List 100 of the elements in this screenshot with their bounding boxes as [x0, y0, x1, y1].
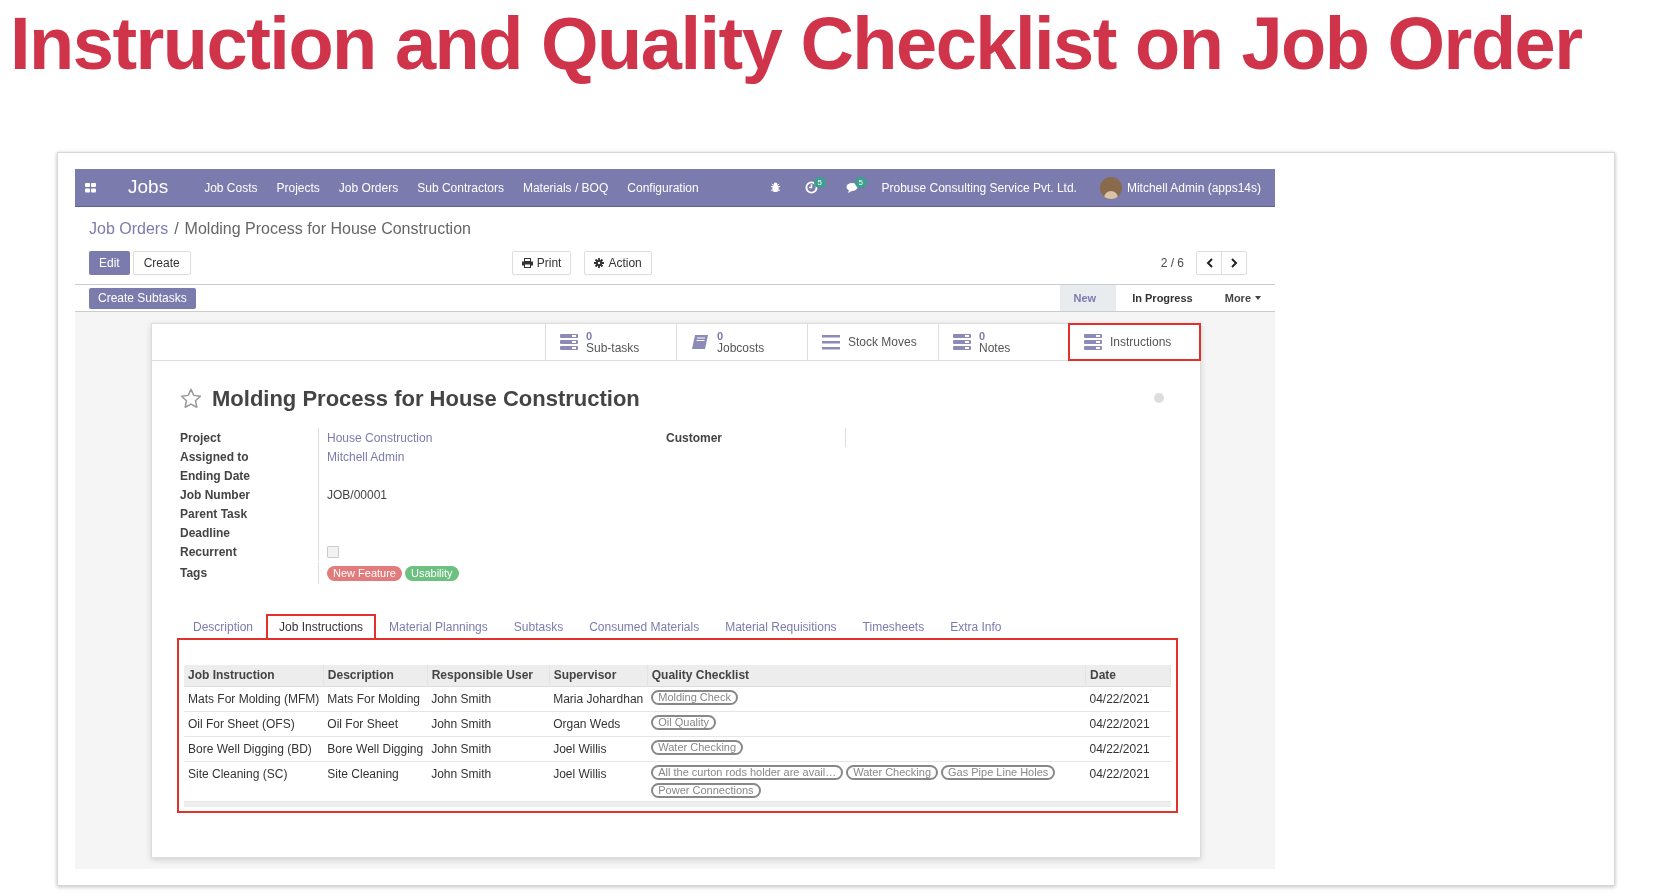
- server-stack-icon: [1084, 334, 1102, 350]
- field-label: Parent Task: [180, 505, 249, 523]
- table-cell: Maria Johardhan: [549, 686, 648, 711]
- pager-value: 2 / 6: [1160, 255, 1184, 272]
- more-dropdown[interactable]: More: [1210, 285, 1275, 311]
- field-label: Project: [180, 429, 222, 447]
- company-switcher[interactable]: Probuse Consulting Service Pvt. Ltd.: [881, 178, 1077, 197]
- stat-label: Jobcosts: [717, 342, 765, 354]
- book-icon: [691, 334, 709, 350]
- tab[interactable]: Subtasks: [500, 614, 577, 638]
- tab[interactable]: Extra Info: [937, 614, 1015, 638]
- bug-icon[interactable]: [769, 182, 781, 193]
- field-link[interactable]: House Construction: [327, 428, 433, 447]
- menu-item[interactable]: Job Orders: [338, 178, 399, 197]
- tab[interactable]: Timesheets: [849, 614, 938, 638]
- print-label: Print: [536, 255, 562, 272]
- field-label: Tags: [180, 565, 209, 582]
- tab[interactable]: Material Requisitions: [712, 614, 850, 638]
- checklist-tag: Water Checking: [651, 739, 744, 755]
- table-cell: John Smith: [427, 686, 550, 711]
- table-cell: Joel Willis: [549, 736, 648, 761]
- table-cell: Oil For Sheet (OFS): [184, 711, 324, 736]
- gear-icon: [594, 258, 605, 268]
- create-button[interactable]: Create: [132, 251, 191, 275]
- create-subtasks-button[interactable]: Create Subtasks: [89, 287, 196, 309]
- tab[interactable]: Job Instructions: [266, 614, 377, 638]
- printer-icon: [521, 258, 533, 268]
- user-menu[interactable]: Mitchell Admin (apps14s): [1126, 178, 1261, 197]
- table-cell: Mats For Molding (MFM): [184, 686, 324, 711]
- field-label: Recurrent: [180, 543, 238, 561]
- caret-icon: [1255, 296, 1261, 300]
- stat-label: Instructions: [1110, 336, 1172, 348]
- tab[interactable]: Consumed Materials: [576, 614, 713, 638]
- stat-button[interactable]: Stock Moves: [807, 324, 938, 360]
- menu-item[interactable]: Projects: [276, 178, 320, 197]
- menu-item[interactable]: Job Costs: [204, 178, 258, 197]
- stat-count: 0: [586, 330, 594, 342]
- user-avatar[interactable]: [1099, 176, 1122, 199]
- table-cell: John Smith: [427, 711, 550, 736]
- column-header[interactable]: Supervisor: [549, 665, 648, 686]
- stat-label: Notes: [979, 342, 1011, 354]
- field-label: Deadline: [180, 524, 231, 542]
- stat-label: Stock Moves: [848, 336, 917, 348]
- menu-item[interactable]: Materials / BOQ: [522, 178, 609, 197]
- star-icon[interactable]: [180, 387, 202, 409]
- menu-item[interactable]: Sub Contractors: [417, 178, 504, 197]
- checklist-tag: Power Connections: [651, 782, 761, 798]
- table-cell: John Smith: [427, 761, 550, 801]
- table-cell: Oil For Sheet: [323, 711, 428, 736]
- table-cell: Site Cleaning (SC): [184, 761, 324, 801]
- checklist-tag: Gas Pipe Line Holes: [941, 764, 1056, 780]
- breadcrumb-current: Molding Process for House Construction: [184, 219, 471, 239]
- stat-button[interactable]: 0 Notes: [938, 324, 1069, 360]
- apps-menu-icon[interactable]: [85, 182, 96, 193]
- field-value: JOB/00001: [327, 486, 388, 504]
- field-label: Assigned to: [180, 448, 250, 466]
- column-header[interactable]: Responsible User: [427, 665, 550, 686]
- menu-item[interactable]: Configuration: [627, 178, 699, 197]
- edit-button[interactable]: Edit: [89, 251, 130, 275]
- stat-button[interactable]: Instructions: [1069, 324, 1200, 360]
- status-dot-icon[interactable]: [1154, 393, 1164, 403]
- table-cell: 04/22/2021: [1085, 711, 1171, 736]
- clock-icon[interactable]: [804, 181, 818, 194]
- stat-count: 0: [717, 330, 725, 342]
- chat-icon[interactable]: [845, 181, 860, 194]
- record-title: Molding Process for House Construction: [212, 384, 640, 413]
- stat-button[interactable]: 0 Sub-tasks: [545, 324, 676, 360]
- stat-label: Sub-tasks: [586, 342, 640, 354]
- activity-count-badge: 5: [813, 177, 826, 188]
- column-header[interactable]: Job Instruction: [184, 665, 324, 686]
- table-cell: 04/22/2021: [1085, 761, 1171, 801]
- server-stack-icon: [953, 334, 971, 350]
- stat-button[interactable]: 0 Jobcosts: [676, 324, 807, 360]
- stat-count: 0: [979, 330, 987, 342]
- field-label: Ending Date: [180, 467, 251, 485]
- app-name[interactable]: Jobs: [128, 173, 169, 202]
- table-cell: Organ Weds: [549, 711, 648, 736]
- tab[interactable]: Material Plannings: [376, 614, 501, 638]
- table-cell: Site Cleaning: [323, 761, 428, 801]
- field-label: Customer: [666, 429, 722, 447]
- action-button[interactable]: Action: [584, 251, 652, 275]
- table-cell: Bore Well Digging: [323, 736, 428, 761]
- column-header[interactable]: Description: [323, 665, 428, 686]
- breadcrumb-link[interactable]: Job Orders: [89, 217, 169, 241]
- page-heading: Instruction and Quality Checklist on Job Order: [9, 1, 1583, 86]
- table-cell: Joel Willis: [549, 761, 648, 801]
- tab[interactable]: Description: [180, 614, 267, 638]
- field-label: Job Number: [180, 486, 251, 504]
- list-icon: [822, 334, 840, 350]
- status-stage[interactable]: New: [1059, 285, 1117, 311]
- table-cell: 04/22/2021: [1085, 686, 1171, 711]
- checklist-tag: Water Checking: [846, 764, 938, 780]
- chevron-left-icon: [1205, 258, 1213, 268]
- table-cell: Mats For Molding: [323, 686, 428, 711]
- column-header[interactable]: Quality Checklist: [647, 665, 1086, 686]
- table-cell: Bore Well Digging (BD): [184, 736, 324, 761]
- field-link[interactable]: Mitchell Admin: [327, 447, 405, 466]
- column-header[interactable]: Date: [1085, 665, 1171, 686]
- print-button[interactable]: Print: [511, 251, 572, 275]
- checkbox[interactable]: [327, 545, 339, 558]
